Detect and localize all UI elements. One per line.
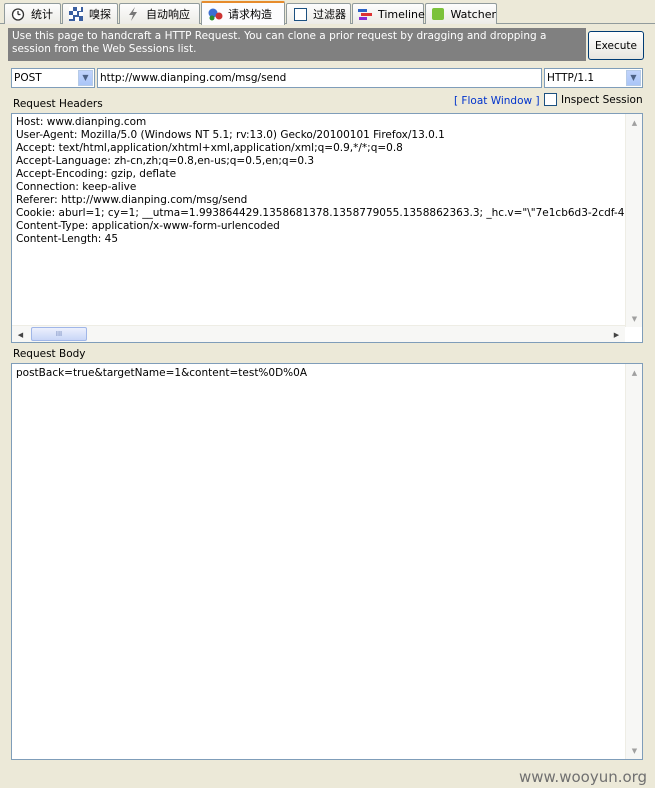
scroll-up-icon[interactable]: ▲: [626, 364, 642, 381]
tab-timeline[interactable]: Timeline: [352, 3, 425, 24]
url-input[interactable]: [97, 68, 542, 88]
headers-vertical-scrollbar[interactable]: ▲ ▼: [625, 114, 642, 327]
tab-label: Timeline: [378, 7, 425, 21]
request-body-editor[interactable]: postBack=true&targetName=1&content=test%…: [11, 363, 643, 760]
tab-label: 过滤器: [313, 8, 346, 21]
request-headers-label: Request Headers: [13, 98, 103, 110]
tab-label: 自动响应: [146, 8, 190, 21]
green-square-icon: [431, 6, 445, 22]
request-headers-text[interactable]: Host: www.dianping.com User-Agent: Mozil…: [16, 116, 624, 246]
inspect-session-toggle[interactable]: Inspect Session: [544, 93, 643, 106]
tab-autoresponder[interactable]: 自动响应: [119, 3, 200, 24]
request-body-label: Request Body: [13, 348, 86, 360]
scroll-down-icon[interactable]: ▼: [626, 742, 642, 759]
tab-statistics[interactable]: 统计: [4, 3, 61, 24]
body-vertical-scrollbar[interactable]: ▲ ▼: [625, 364, 642, 759]
execute-button[interactable]: Execute: [588, 31, 644, 60]
lightning-icon: [125, 6, 141, 22]
tab-inspectors[interactable]: 嗅探: [62, 3, 118, 24]
tab-label: 统计: [31, 8, 53, 21]
request-body-text[interactable]: postBack=true&targetName=1&content=test%…: [16, 367, 624, 380]
request-headers-editor[interactable]: Host: www.dianping.com User-Agent: Mozil…: [11, 113, 643, 343]
inspect-session-checkbox[interactable]: [544, 93, 557, 106]
tab-composer[interactable]: 请求构造: [201, 1, 285, 25]
headers-horizontal-scrollbar[interactable]: ◀ III ▶: [12, 325, 625, 342]
timeline-icon: [358, 6, 373, 22]
tab-filters[interactable]: 过滤器: [286, 3, 351, 24]
inspect-session-label: Inspect Session: [561, 93, 643, 106]
method-value: POST: [14, 72, 42, 84]
composer-icon: [207, 6, 223, 22]
float-window-link[interactable]: [ Float Window ]: [454, 95, 540, 107]
checkered-grid-icon: [68, 6, 84, 22]
scroll-up-icon[interactable]: ▲: [626, 114, 642, 131]
scroll-left-icon[interactable]: ◀: [12, 326, 29, 342]
chevron-down-icon[interactable]: ▼: [78, 70, 93, 86]
checkbox-icon: [292, 6, 308, 22]
tab-label: 请求构造: [228, 8, 272, 21]
horizontal-scroll-thumb[interactable]: III: [31, 327, 87, 341]
tab-label: Watcher: [450, 7, 496, 21]
http-version-value: HTTP/1.1: [547, 72, 595, 84]
chevron-down-icon[interactable]: ▼: [626, 70, 641, 86]
tab-watcher[interactable]: Watcher: [425, 3, 497, 24]
scroll-right-icon[interactable]: ▶: [608, 326, 625, 342]
stopwatch-icon: [10, 6, 26, 22]
http-version-select[interactable]: HTTP/1.1 ▼: [544, 68, 643, 88]
watermark: www.wooyun.org: [519, 768, 648, 786]
tab-label: 嗅探: [89, 8, 111, 21]
scroll-down-icon[interactable]: ▼: [626, 310, 642, 327]
method-select[interactable]: POST ▼: [11, 68, 95, 88]
info-banner: Use this page to handcraft a HTTP Reques…: [8, 28, 586, 61]
tab-strip: 统计 嗅探 自动响应 请求构造 过滤器 Timeline Watcher: [0, 0, 655, 25]
